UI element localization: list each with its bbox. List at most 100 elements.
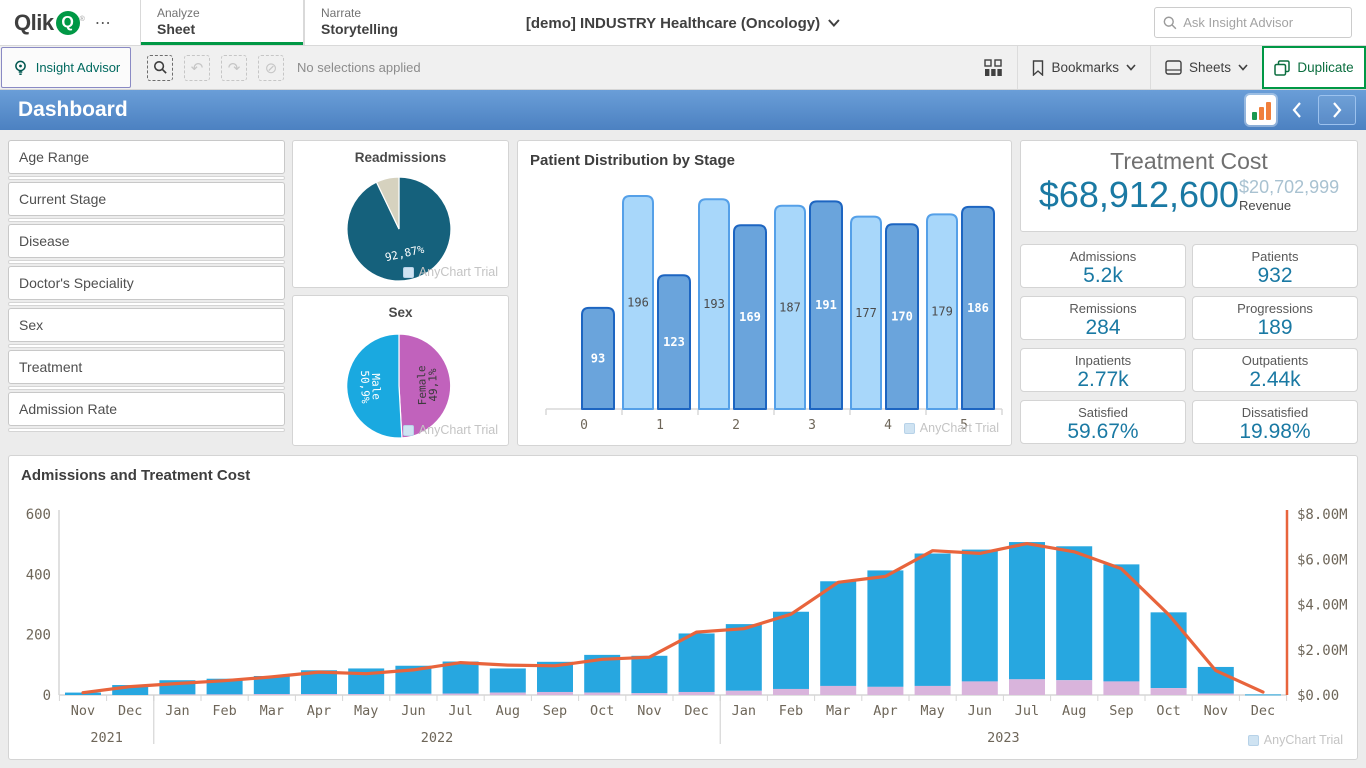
kpi-tile-grid: Admissions5.2kPatients932Remissions284Pr… bbox=[1020, 244, 1358, 444]
admissions-bar-secondary[interactable] bbox=[631, 693, 667, 695]
tab-sheet-label: Sheet bbox=[157, 21, 303, 37]
admissions-bar-secondary[interactable] bbox=[867, 687, 903, 695]
month-label: May bbox=[354, 703, 378, 719]
month-label: May bbox=[920, 703, 944, 719]
insight-advisor-search[interactable] bbox=[1154, 7, 1352, 38]
readmissions-title: Readmissions bbox=[293, 141, 508, 165]
qlik-logo[interactable]: Qlik Q ® bbox=[14, 10, 85, 36]
admissions-bar[interactable] bbox=[726, 624, 762, 691]
admissions-bar-secondary[interactable] bbox=[301, 694, 337, 695]
admissions-bar[interactable] bbox=[773, 612, 809, 689]
admissions-bar[interactable] bbox=[631, 656, 667, 693]
admissions-bar[interactable] bbox=[867, 570, 903, 686]
kpi-label: Satisfied bbox=[1021, 405, 1185, 420]
kpi-tile-remissions[interactable]: Remissions284 bbox=[1020, 296, 1186, 340]
month-label: Aug bbox=[496, 703, 520, 719]
admissions-bar-secondary[interactable] bbox=[537, 692, 573, 695]
admissions-bar[interactable] bbox=[1056, 546, 1092, 680]
bookmarks-button[interactable]: Bookmarks bbox=[1018, 46, 1150, 89]
tab-analyze-sheet[interactable]: Analyze Sheet bbox=[140, 0, 304, 45]
admissions-bar[interactable] bbox=[962, 550, 998, 682]
left-axis-tick: 0 bbox=[43, 688, 51, 704]
month-label: Nov bbox=[71, 703, 95, 719]
admissions-bar-secondary[interactable] bbox=[1151, 688, 1187, 695]
filter-box-current-stage[interactable]: Current Stage bbox=[8, 182, 285, 216]
left-axis-tick: 400 bbox=[26, 567, 51, 583]
admissions-bar[interactable] bbox=[915, 554, 951, 686]
admissions-bar[interactable] bbox=[443, 662, 479, 694]
admissions-bar[interactable] bbox=[490, 668, 526, 692]
admissions-bar[interactable] bbox=[820, 581, 856, 686]
admissions-bar[interactable] bbox=[679, 633, 715, 692]
kpi-tile-satisfied[interactable]: Satisfied59.67% bbox=[1020, 400, 1186, 444]
admissions-bar[interactable] bbox=[1245, 694, 1281, 695]
admissions-bar-secondary[interactable] bbox=[207, 694, 243, 695]
revenue-label: Revenue bbox=[1239, 198, 1339, 213]
admissions-bar-secondary[interactable] bbox=[1198, 693, 1234, 695]
sex-pie-chart: Female49,1%Male50,9% bbox=[293, 320, 510, 445]
admissions-bar-secondary[interactable] bbox=[348, 694, 384, 695]
kpi-tile-dissatisfied[interactable]: Dissatisfied19.98% bbox=[1192, 400, 1358, 444]
admissions-bar-secondary[interactable] bbox=[584, 693, 620, 695]
admissions-bar[interactable] bbox=[1009, 542, 1045, 679]
app-title-dropdown[interactable]: [demo] INDUSTRY Healthcare (Oncology) bbox=[526, 0, 840, 46]
admissions-bar-secondary[interactable] bbox=[1056, 680, 1092, 695]
admissions-bar-secondary[interactable] bbox=[490, 693, 526, 695]
admissions-bar-secondary[interactable] bbox=[726, 691, 762, 695]
bar-value-label: 169 bbox=[739, 310, 761, 324]
admissions-bar-secondary[interactable] bbox=[1009, 679, 1045, 695]
bar-value-label: 187 bbox=[779, 300, 801, 314]
kpi-tile-outpatients[interactable]: Outpatients2.44k bbox=[1192, 348, 1358, 392]
kpi-value: 284 bbox=[1021, 316, 1185, 340]
admissions-bar-secondary[interactable] bbox=[443, 693, 479, 695]
admissions-bar-secondary[interactable] bbox=[395, 694, 431, 695]
admissions-bar-secondary[interactable] bbox=[962, 681, 998, 695]
insight-advisor-button[interactable]: Insight Advisor bbox=[1, 47, 131, 88]
previous-sheet-button[interactable] bbox=[1290, 101, 1304, 119]
admissions-bar-secondary[interactable] bbox=[773, 689, 809, 695]
filter-box-disease[interactable]: Disease bbox=[8, 224, 285, 258]
admissions-bar-secondary[interactable] bbox=[159, 694, 195, 695]
filter-box-treatment[interactable]: Treatment bbox=[8, 350, 285, 384]
filter-box-admission-rate[interactable]: Admission Rate bbox=[8, 392, 285, 426]
kpi-value: 2.77k bbox=[1021, 368, 1185, 392]
admissions-bar-secondary[interactable] bbox=[820, 686, 856, 695]
search-input[interactable] bbox=[1183, 15, 1343, 30]
redo-selection-button[interactable]: ↷ bbox=[221, 55, 247, 81]
filter-item-current-stage: Current Stage bbox=[8, 182, 285, 222]
month-label: Feb bbox=[779, 703, 803, 719]
admissions-bar[interactable] bbox=[1151, 612, 1187, 688]
next-sheet-button[interactable] bbox=[1318, 95, 1356, 125]
month-label: Apr bbox=[873, 703, 897, 719]
admissions-bar-secondary[interactable] bbox=[679, 692, 715, 695]
kpi-tile-admissions[interactable]: Admissions5.2k bbox=[1020, 244, 1186, 288]
stage-bar-chart: 01234519619318717717993123169191170186 bbox=[518, 177, 1013, 445]
filter-box-doctor-s-speciality[interactable]: Doctor's Speciality bbox=[8, 266, 285, 300]
logo-area: Qlik Q ® ⋯ bbox=[0, 0, 140, 45]
chevron-down-icon bbox=[1126, 64, 1136, 71]
admissions-bar-secondary[interactable] bbox=[1103, 681, 1139, 695]
more-menu-button[interactable]: ⋯ bbox=[95, 13, 112, 33]
filter-box-age-range[interactable]: Age Range bbox=[8, 140, 285, 174]
sheets-button[interactable]: Sheets bbox=[1151, 46, 1262, 89]
filter-item-doctor-s-speciality: Doctor's Speciality bbox=[8, 266, 285, 306]
kpi-tile-patients[interactable]: Patients932 bbox=[1192, 244, 1358, 288]
admissions-bar-secondary[interactable] bbox=[254, 694, 290, 695]
kpi-value: 19.98% bbox=[1193, 420, 1357, 444]
app-overview-button[interactable] bbox=[970, 46, 1017, 89]
sheet-thumbnail-icon[interactable] bbox=[1246, 95, 1276, 125]
kpi-tile-inpatients[interactable]: Inpatients2.77k bbox=[1020, 348, 1186, 392]
smart-search-button[interactable] bbox=[147, 55, 173, 81]
undo-selection-button[interactable]: ↶ bbox=[184, 55, 210, 81]
kpi-tile-progressions[interactable]: Progressions189 bbox=[1192, 296, 1358, 340]
clear-selections-button[interactable]: ⊘ bbox=[258, 55, 284, 81]
duplicate-label: Duplicate bbox=[1297, 60, 1353, 75]
duplicate-icon bbox=[1274, 60, 1290, 76]
tab-narrate-storytelling[interactable]: Narrate Storytelling bbox=[304, 0, 468, 45]
admissions-bar-secondary[interactable] bbox=[915, 686, 951, 695]
filter-item-sex: Sex bbox=[8, 308, 285, 348]
filter-box-sex[interactable]: Sex bbox=[8, 308, 285, 342]
filter-strip bbox=[8, 344, 285, 348]
chevron-down-icon bbox=[828, 19, 840, 27]
duplicate-button[interactable]: Duplicate bbox=[1262, 46, 1366, 89]
